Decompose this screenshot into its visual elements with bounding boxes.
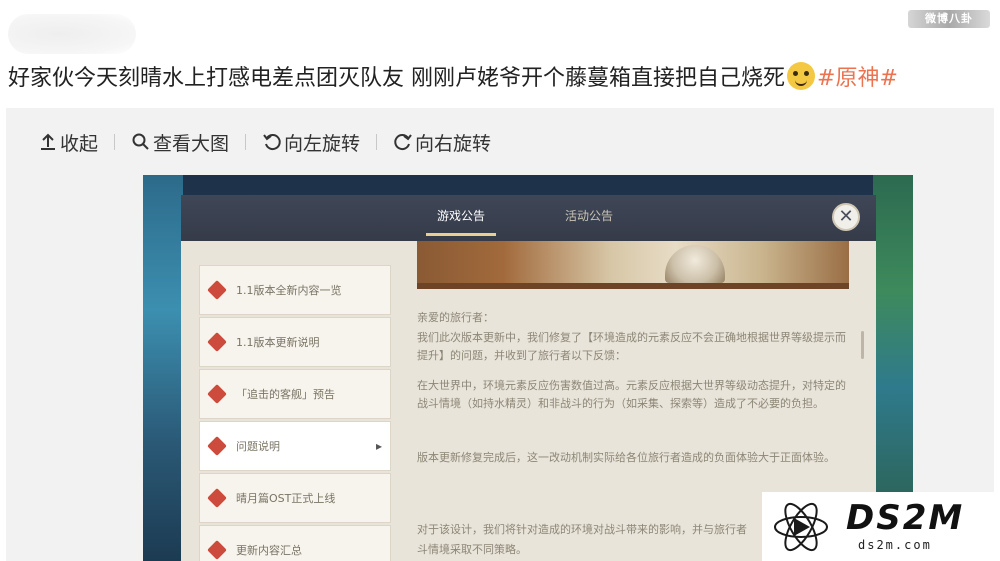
sidebar-item-label: 「追击的客舰」预告 [236,388,335,401]
weibo-watermark: 微博八卦 [908,10,990,28]
sidebar-item-issue-notice[interactable]: 问题说明 ▸ [199,421,391,471]
content-paragraph: 在大世界中，环境元素反应伤害数值过高。元素反应根据大世界等级动态提升，对特定的战… [417,379,846,410]
sidebar-item-label: 晴月篇OST正式上线 [236,492,336,505]
close-button[interactable]: ✕ [832,203,860,231]
atom-logo-icon [774,502,828,552]
hashtag-label: 原神 [835,66,880,91]
close-icon: ✕ [838,206,854,227]
rotate-left-icon [263,134,281,151]
laughing-emoji-icon [787,62,815,90]
rotate-left-label: 向左旋转 [284,132,361,155]
view-large-label: 查看大图 [153,132,230,155]
rotate-right-label: 向右旋转 [415,132,492,155]
rotate-right-button[interactable]: 向右旋转 [393,129,491,156]
blurred-username [8,14,136,54]
toolbar-divider [114,134,116,150]
sidebar-item-label: 1.1版本更新说明 [236,336,320,349]
sidebar-item-label: 1.1版本全新内容一览 [236,284,342,297]
logo-name: DS2M [846,498,965,538]
diamond-icon [207,280,227,300]
announcement-sidebar: 1.1版本全新内容一览 1.1版本更新说明 「追击的客舰」预告 问题说明 ▸ 晴… [199,265,391,561]
announcement-banner [417,241,849,289]
collapse-button[interactable]: 收起 [38,129,98,156]
sidebar-item-label: 更新内容汇总 [236,544,302,557]
announcement-header: 游戏公告 活动公告 ✕ [181,195,876,241]
tab-game-announcements[interactable]: 游戏公告 [437,207,485,224]
screenshot-page: 微博八卦 好家伙今天刻晴水上打感电差点团灭队友 刚刚卢姥爷开个藤蔓箱直接把自己烧… [0,0,1000,561]
banner-character-art [665,245,725,283]
diamond-icon [207,540,227,560]
content-paragraph: 我们此次版本更新中，我们修复了【环境造成的元素反应不会正确地根据世界等级提示而提… [417,331,846,362]
game-background-left [143,175,183,561]
arrow-up-icon [41,133,55,150]
logo-domain: ds2m.com [858,538,932,552]
sidebar-item-preview[interactable]: 「追击的客舰」预告 [199,369,391,419]
content-paragraph: 亲爱的旅行者： [417,311,494,324]
diamond-icon [207,332,227,352]
content-paragraph: 版本更新修复完成后，这一改动机制实际给各位旅行者造成的负面体验大于正面体验。 [417,451,835,464]
sidebar-item-summary[interactable]: 更新内容汇总 [199,525,391,561]
post-text: 好家伙今天刻晴水上打感电差点团灭队友 刚刚卢姥爷开个藤蔓箱直接把自己烧死 #原神# [8,62,998,94]
diamond-icon [207,436,227,456]
post-body: 好家伙今天刻晴水上打感电差点团灭队友 刚刚卢姥爷开个藤蔓箱直接把自己烧死 [8,66,785,91]
sidebar-item-ost[interactable]: 晴月篇OST正式上线 [199,473,391,523]
active-tab-indicator [426,233,496,236]
toolbar-divider [245,134,247,150]
tab-event-announcements[interactable]: 活动公告 [565,207,613,224]
diamond-icon [207,384,227,404]
hashtag-open: # [817,66,836,91]
rotate-left-button[interactable]: 向左旋转 [262,129,360,156]
ds2m-logo: DS2M ds2m.com [762,492,1000,561]
view-large-button[interactable]: 查看大图 [131,129,229,156]
magnifier-icon [132,133,149,150]
hashtag-close: # [879,66,898,91]
image-toolbar: 收起 查看大图 向左旋转 向右旋转 [38,128,491,156]
hashtag-link[interactable]: #原神# [817,66,898,91]
sidebar-item-1-1-content[interactable]: 1.1版本全新内容一览 [199,265,391,315]
chevron-right-icon: ▸ [375,439,382,453]
diamond-icon [207,488,227,508]
rotate-right-icon [394,134,412,151]
toolbar-divider [376,134,378,150]
sidebar-item-label: 问题说明 [236,440,280,453]
content-scrollbar[interactable] [861,331,864,359]
sidebar-item-1-1-update[interactable]: 1.1版本更新说明 [199,317,391,367]
collapse-label: 收起 [60,132,99,155]
